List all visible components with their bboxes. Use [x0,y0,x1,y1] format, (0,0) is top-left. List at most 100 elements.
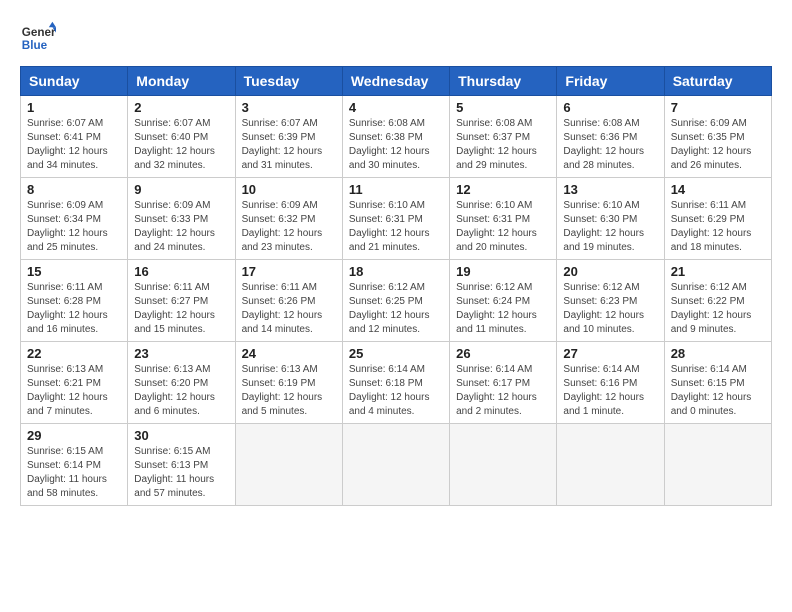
day-details: Sunrise: 6:13 AM Sunset: 6:19 PM Dayligh… [242,363,336,419]
day-details: Sunrise: 6:10 AM Sunset: 6:30 PM Dayligh… [563,199,657,255]
page-header: General Blue [20,20,772,56]
logo: General Blue [20,20,60,56]
day-number: 11 [349,182,443,197]
calendar-cell: 17 Sunrise: 6:11 AM Sunset: 6:26 PM Dayli… [235,260,342,342]
day-header-sunday: Sunday [21,67,128,96]
day-details: Sunrise: 6:14 AM Sunset: 6:18 PM Dayligh… [349,363,443,419]
svg-text:Blue: Blue [22,39,48,52]
week-row-2: 8 Sunrise: 6:09 AM Sunset: 6:34 PM Daylig… [21,178,772,260]
calendar-cell [664,424,771,506]
calendar-cell: 3Sunrise: 6:07 AM Sunset: 6:39 PM Daylig… [235,96,342,178]
day-number: 10 [242,182,336,197]
calendar-cell: 2 Sunrise: 6:07 AM Sunset: 6:40 PM Daylig… [128,96,235,178]
day-details: Sunrise: 6:09 AM Sunset: 6:35 PM Dayligh… [671,117,765,173]
day-header-tuesday: Tuesday [235,67,342,96]
calendar-cell: 13 Sunrise: 6:10 AM Sunset: 6:30 PM Dayli… [557,178,664,260]
calendar-cell: 27 Sunrise: 6:14 AM Sunset: 6:16 PM Dayli… [557,342,664,424]
day-number: 14 [671,182,765,197]
day-number: 21 [671,264,765,279]
calendar-cell: 19Sunrise: 6:12 AM Sunset: 6:24 PM Dayli… [450,260,557,342]
calendar-cell: 14 Sunrise: 6:11 AM Sunset: 6:29 PM Dayli… [664,178,771,260]
calendar-cell: 20 Sunrise: 6:12 AM Sunset: 6:23 PM Dayli… [557,260,664,342]
day-number: 3 [242,100,336,115]
day-details: Sunrise: 6:09 AM Sunset: 6:34 PM Dayligh… [27,199,121,255]
day-details: Sunrise: 6:12 AM Sunset: 6:25 PM Dayligh… [349,281,443,337]
calendar-cell: 15 Sunrise: 6:11 AM Sunset: 6:28 PM Dayli… [21,260,128,342]
week-row-3: 15 Sunrise: 6:11 AM Sunset: 6:28 PM Dayli… [21,260,772,342]
day-header-saturday: Saturday [664,67,771,96]
day-details: Sunrise: 6:07 AM Sunset: 6:41 PM Dayligh… [27,117,121,173]
calendar-cell: 8 Sunrise: 6:09 AM Sunset: 6:34 PM Daylig… [21,178,128,260]
week-row-4: 22 Sunrise: 6:13 AM Sunset: 6:21 PM Dayli… [21,342,772,424]
day-number: 16 [134,264,228,279]
day-details: Sunrise: 6:11 AM Sunset: 6:28 PM Dayligh… [27,281,121,337]
day-number: 9 [134,182,228,197]
day-details: Sunrise: 6:14 AM Sunset: 6:17 PM Dayligh… [456,363,550,419]
day-details: Sunrise: 6:15 AM Sunset: 6:14 PM Dayligh… [27,445,121,501]
day-details: Sunrise: 6:10 AM Sunset: 6:31 PM Dayligh… [456,199,550,255]
day-header-friday: Friday [557,67,664,96]
calendar-cell: 29 Sunrise: 6:15 AM Sunset: 6:14 PM Dayli… [21,424,128,506]
day-details: Sunrise: 6:11 AM Sunset: 6:29 PM Dayligh… [671,199,765,255]
day-header-thursday: Thursday [450,67,557,96]
calendar-cell: 26 Sunrise: 6:14 AM Sunset: 6:17 PM Dayli… [450,342,557,424]
day-number: 29 [27,428,121,443]
day-details: Sunrise: 6:08 AM Sunset: 6:36 PM Dayligh… [563,117,657,173]
calendar-cell: 24 Sunrise: 6:13 AM Sunset: 6:19 PM Dayli… [235,342,342,424]
day-details: Sunrise: 6:11 AM Sunset: 6:27 PM Dayligh… [134,281,228,337]
day-number: 17 [242,264,336,279]
day-details: Sunrise: 6:12 AM Sunset: 6:23 PM Dayligh… [563,281,657,337]
day-details: Sunrise: 6:07 AM Sunset: 6:40 PM Dayligh… [134,117,228,173]
calendar-cell [450,424,557,506]
svg-text:General: General [22,26,56,39]
day-number: 24 [242,346,336,361]
day-details: Sunrise: 6:13 AM Sunset: 6:20 PM Dayligh… [134,363,228,419]
day-details: Sunrise: 6:08 AM Sunset: 6:38 PM Dayligh… [349,117,443,173]
day-details: Sunrise: 6:08 AM Sunset: 6:37 PM Dayligh… [456,117,550,173]
day-number: 18 [349,264,443,279]
day-number: 8 [27,182,121,197]
day-number: 23 [134,346,228,361]
day-details: Sunrise: 6:12 AM Sunset: 6:24 PM Dayligh… [456,281,550,337]
day-number: 12 [456,182,550,197]
calendar-cell: 12 Sunrise: 6:10 AM Sunset: 6:31 PM Dayli… [450,178,557,260]
calendar-cell: 1Sunrise: 6:07 AM Sunset: 6:41 PM Daylig… [21,96,128,178]
calendar-cell: 23 Sunrise: 6:13 AM Sunset: 6:20 PM Dayli… [128,342,235,424]
calendar-cell: 11 Sunrise: 6:10 AM Sunset: 6:31 PM Dayli… [342,178,449,260]
day-number: 22 [27,346,121,361]
day-details: Sunrise: 6:13 AM Sunset: 6:21 PM Dayligh… [27,363,121,419]
calendar-cell: 22 Sunrise: 6:13 AM Sunset: 6:21 PM Dayli… [21,342,128,424]
logo-icon: General Blue [20,20,56,56]
day-details: Sunrise: 6:09 AM Sunset: 6:33 PM Dayligh… [134,199,228,255]
calendar-cell [235,424,342,506]
day-number: 7 [671,100,765,115]
calendar-cell: 16 Sunrise: 6:11 AM Sunset: 6:27 PM Dayli… [128,260,235,342]
day-number: 5 [456,100,550,115]
day-number: 6 [563,100,657,115]
day-header-wednesday: Wednesday [342,67,449,96]
day-number: 27 [563,346,657,361]
week-row-1: 1Sunrise: 6:07 AM Sunset: 6:41 PM Daylig… [21,96,772,178]
calendar-cell: 7 Sunrise: 6:09 AM Sunset: 6:35 PM Daylig… [664,96,771,178]
calendar-cell: 25Sunrise: 6:14 AM Sunset: 6:18 PM Dayli… [342,342,449,424]
calendar-cell: 4 Sunrise: 6:08 AM Sunset: 6:38 PM Daylig… [342,96,449,178]
calendar-cell: 5 Sunrise: 6:08 AM Sunset: 6:37 PM Daylig… [450,96,557,178]
day-details: Sunrise: 6:14 AM Sunset: 6:16 PM Dayligh… [563,363,657,419]
calendar-cell: 21 Sunrise: 6:12 AM Sunset: 6:22 PM Dayli… [664,260,771,342]
day-number: 4 [349,100,443,115]
day-number: 13 [563,182,657,197]
calendar-cell: 28Sunrise: 6:14 AM Sunset: 6:15 PM Dayli… [664,342,771,424]
day-number: 2 [134,100,228,115]
day-number: 26 [456,346,550,361]
calendar-cell [342,424,449,506]
day-number: 15 [27,264,121,279]
header-row: SundayMondayTuesdayWednesdayThursdayFrid… [21,67,772,96]
day-number: 20 [563,264,657,279]
day-details: Sunrise: 6:10 AM Sunset: 6:31 PM Dayligh… [349,199,443,255]
day-number: 30 [134,428,228,443]
day-details: Sunrise: 6:11 AM Sunset: 6:26 PM Dayligh… [242,281,336,337]
calendar-cell [557,424,664,506]
calendar-table: SundayMondayTuesdayWednesdayThursdayFrid… [20,66,772,506]
day-details: Sunrise: 6:09 AM Sunset: 6:32 PM Dayligh… [242,199,336,255]
day-details: Sunrise: 6:12 AM Sunset: 6:22 PM Dayligh… [671,281,765,337]
